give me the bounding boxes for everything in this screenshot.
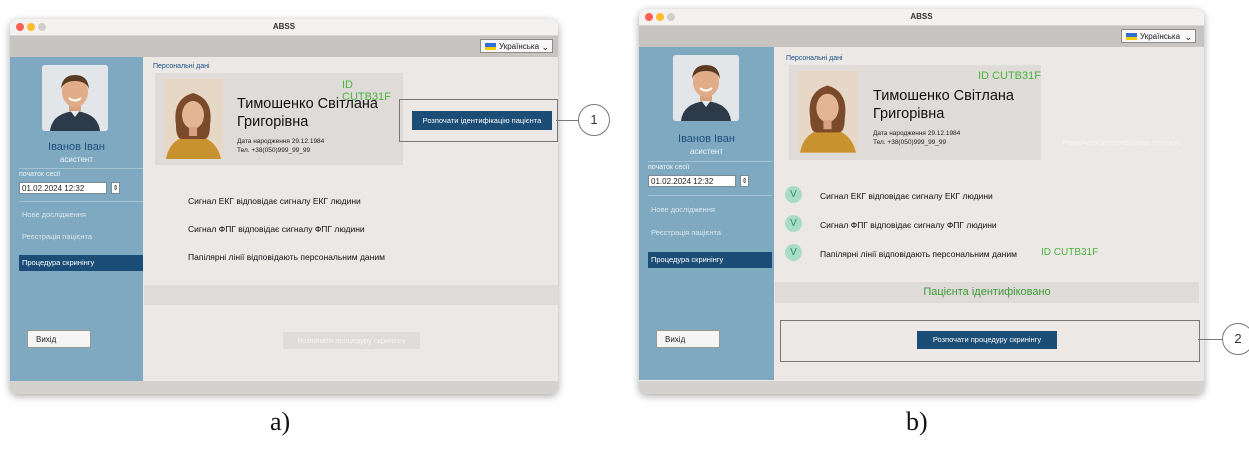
patient-name-line1: Тимошенко Світлана (237, 96, 378, 112)
status-band (144, 285, 558, 305)
section-title: Персональні дані (786, 55, 843, 62)
sidebar: Іванов Іван асистент початок сесії 01.02… (639, 47, 774, 380)
start-identification-button[interactable]: Розпочати ідентифікацію пацієнта (412, 111, 552, 130)
exit-button[interactable]: Вихід (656, 330, 720, 348)
patient-dob: Дата народження 29.12.1984 (873, 130, 961, 137)
zoom-dot[interactable] (38, 23, 46, 31)
caption-a: a) (270, 407, 291, 436)
window-titlebar: ABSS (639, 9, 1204, 26)
window-titlebar: ABSS (10, 19, 558, 36)
nav-screening-procedure[interactable]: Процедура скринінгу (648, 252, 772, 268)
check-circle-icon: V (785, 215, 802, 232)
nav-patient-registration[interactable]: Реєстрація пацієнта (648, 225, 772, 241)
avatar (673, 55, 739, 121)
patient-id: ID CUTB31F (978, 70, 1041, 82)
session-label: початок сесії (19, 171, 61, 178)
callout-line (556, 120, 580, 121)
caption-b: b) (906, 407, 928, 436)
signal-fingerprint: Папілярні лінії відповідають персональни… (820, 249, 1017, 259)
language-select[interactable]: Українська ⌄ (480, 39, 553, 53)
session-start-field[interactable]: 01.02.2024 12:32 (648, 175, 736, 187)
patient-photo (164, 79, 223, 159)
user-name: Іванов Іван (678, 133, 735, 145)
patient-photo (798, 71, 858, 153)
patient-card: ID CUTB31F Тимошенко Світлана Григорівна… (789, 65, 1041, 160)
zoom-dot[interactable] (667, 13, 675, 21)
top-toolbar: Українська ⌄ (10, 36, 558, 57)
user-role: асистент (689, 147, 724, 156)
bottom-strip (639, 381, 1204, 394)
exit-button[interactable]: Вихід (27, 330, 91, 348)
patient-card: ID CUTB31F Тимошенко Світлана Григорівна… (155, 73, 403, 165)
user-role: асистент (59, 155, 94, 164)
window-title: ABSS (910, 12, 933, 21)
patient-phone: Тел. +38(050)999_99_99 (873, 139, 947, 146)
signal-ecg: Сигнал ЕКГ відповідає сигналу ЕКГ людини (188, 196, 361, 206)
minimize-dot[interactable] (27, 23, 35, 31)
app-window-b: ABSS Українська ⌄ Іванов Іван асистент п… (639, 9, 1204, 394)
avatar (42, 65, 108, 131)
window-title: ABSS (272, 22, 296, 31)
close-dot[interactable] (16, 23, 24, 31)
signal-fingerprint: Папілярні лінії відповідають персональни… (188, 252, 385, 262)
patient-name-line1: Тимошенко Світлана (873, 88, 1014, 104)
patient-name-line2: Григорівна (237, 114, 309, 130)
section-title: Персональні дані (153, 63, 210, 70)
stepper-icon[interactable]: ⇕ (740, 175, 749, 187)
sidebar: Іванов Іван асистент початок сесії 01.02… (10, 57, 143, 381)
callout-number: 1 (578, 104, 610, 136)
top-toolbar: Українська ⌄ (639, 26, 1204, 47)
identified-banner-text: Пацієнта ідентифіковано (923, 286, 1051, 298)
session-start-field[interactable]: 01.02.2024 12:32 (19, 182, 107, 194)
match-id: ID CUTB31F (1041, 247, 1099, 258)
check-circle-icon: V (785, 186, 802, 203)
language-select[interactable]: Українська ⌄ (1121, 29, 1196, 43)
start-screening-button[interactable]: Розпочати процедуру скринінгу (917, 331, 1057, 349)
session-label: початок сесії (648, 164, 690, 171)
ukraine-flag-icon (1126, 33, 1137, 40)
divider (648, 195, 772, 196)
callout-line (1198, 339, 1224, 340)
signal-ecg: Сигнал ЕКГ відповідає сигналу ЕКГ людини (820, 191, 993, 201)
nav-patient-registration[interactable]: Реєстрація пацієнта (19, 229, 143, 245)
language-value: Українська (499, 42, 540, 51)
nav-new-study[interactable]: Нове дослідження (19, 207, 143, 223)
language-value: Українська (1140, 32, 1181, 41)
patient-phone: Тел. +38(050)999_99_99 (237, 147, 311, 154)
start-identification-button[interactable]: Розпочати ідентифікацію пацієнта (1051, 133, 1193, 152)
ukraine-flag-icon (485, 43, 496, 50)
chevron-down-icon: ⌄ (1184, 32, 1192, 42)
nav-new-study[interactable]: Нове дослідження (648, 202, 772, 218)
check-circle-icon: V (785, 244, 802, 261)
divider (19, 168, 143, 169)
signal-ppg: Сигнал ФПГ відповідає сигналу ФПГ людини (820, 220, 997, 230)
start-screening-button[interactable]: Розпочати процедуру скринінгу (283, 332, 420, 349)
divider (19, 201, 143, 202)
divider (648, 161, 772, 162)
bottom-strip (10, 381, 558, 394)
patient-dob: Дата народження 29.12.1984 (237, 138, 325, 145)
minimize-dot[interactable] (656, 13, 664, 21)
nav-screening-procedure[interactable]: Процедура скринінгу (19, 255, 143, 271)
signal-ppg: Сигнал ФПГ відповідає сигналу ФПГ людини (188, 224, 365, 234)
user-name: Іванов Іван (48, 141, 105, 153)
patient-name-line2: Григорівна (873, 106, 945, 122)
app-window-a: ABSS Українська ⌄ Іванов Іван асистент п… (10, 19, 558, 394)
callout-number: 2 (1222, 323, 1249, 355)
close-dot[interactable] (645, 13, 653, 21)
identified-banner: Пацієнта ідентифіковано (775, 282, 1199, 303)
chevron-down-icon: ⌄ (541, 42, 549, 52)
stepper-icon[interactable]: ⇕ (111, 182, 120, 194)
